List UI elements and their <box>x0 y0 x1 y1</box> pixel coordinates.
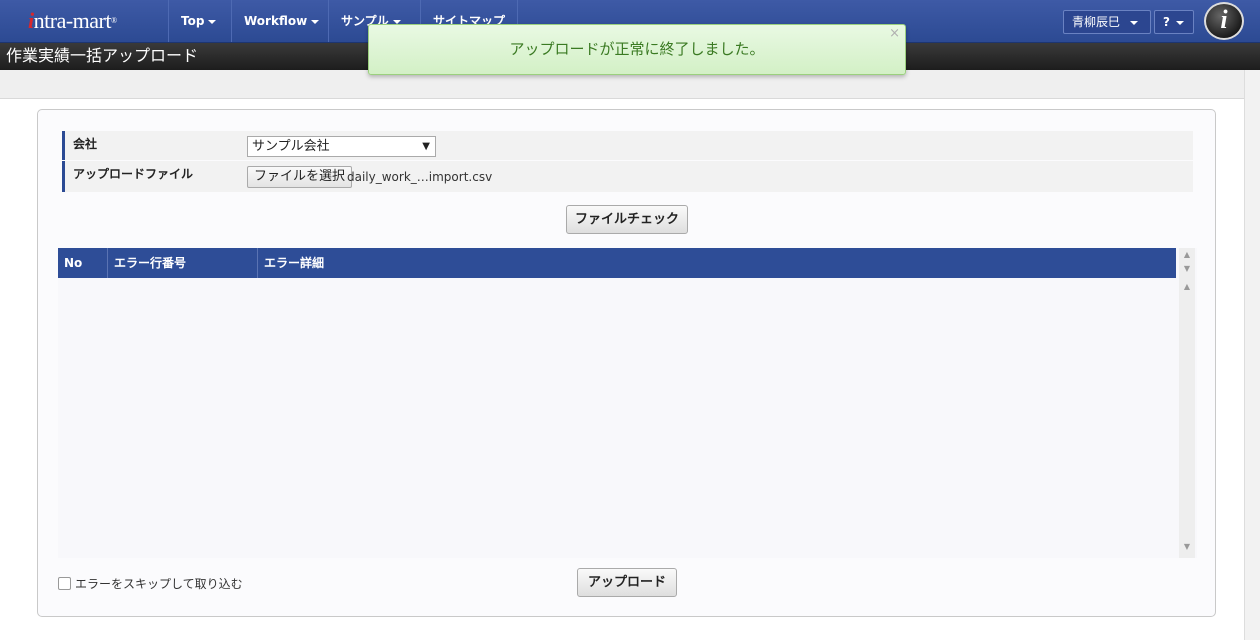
company-label: 会社 <box>62 131 240 160</box>
scroll-up-icon[interactable]: ▲ <box>1179 282 1195 292</box>
file-check-button[interactable]: ファイルチェック <box>566 205 688 234</box>
close-icon[interactable]: × <box>889 27 900 41</box>
upload-file-row: アップロードファイル ファイルを選択 daily_work_…import.cs… <box>62 161 1193 192</box>
success-notification: アップロードが正常に終了しました。 × <box>368 24 906 75</box>
dropdown-arrow-icon: ▼ <box>422 141 430 152</box>
help-menu-button[interactable]: ? <box>1154 10 1194 34</box>
skip-errors-checkbox[interactable] <box>58 577 71 590</box>
company-select[interactable]: サンプル会社 ▼ <box>247 136 436 157</box>
notification-message: アップロードが正常に終了しました。 <box>509 40 765 58</box>
user-menu-button[interactable]: 青柳辰巳 <box>1063 10 1151 34</box>
selected-file-name: daily_work_…import.csv <box>347 170 493 184</box>
column-header-error-line[interactable]: エラー行番号 <box>108 248 258 278</box>
nav-top-label: Top <box>181 14 205 28</box>
company-row: 会社 サンプル会社 ▼ <box>62 131 1193 160</box>
chevron-down-icon <box>1175 20 1184 25</box>
chevron-down-icon <box>1130 20 1139 25</box>
user-name: 青柳辰巳 <box>1072 15 1121 29</box>
avatar-letter: i <box>1220 5 1228 34</box>
scroll-up-icon[interactable]: ▲ <box>1179 250 1195 260</box>
page-scrollbar[interactable] <box>1244 70 1260 640</box>
error-grid: No エラー行番号 エラー詳細 ▲ ▼ ▲ ▼ <box>58 248 1197 558</box>
nav-workflow-label: Workflow <box>244 14 308 28</box>
upload-file-label: アップロードファイル <box>62 161 240 192</box>
skip-errors-label: エラーをスキップして取り込む <box>75 577 243 591</box>
grid-scrollbar[interactable]: ▲ ▼ ▲ ▼ <box>1179 248 1195 558</box>
chevron-down-icon <box>392 19 401 24</box>
column-header-no[interactable]: No <box>58 248 108 278</box>
avatar[interactable]: i <box>1204 2 1244 40</box>
chevron-down-icon <box>311 19 320 24</box>
page-title: 作業実績一括アップロード <box>6 46 199 65</box>
help-label: ? <box>1163 15 1170 29</box>
nav-top-menu[interactable]: Top <box>168 0 228 42</box>
nav-workflow-menu[interactable]: Workflow <box>231 0 331 42</box>
scroll-down-icon[interactable]: ▼ <box>1179 264 1195 274</box>
company-select-value: サンプル会社 <box>252 139 330 154</box>
choose-file-button[interactable]: ファイルを選択 <box>247 166 353 188</box>
chevron-down-icon <box>208 19 217 24</box>
upload-panel: 会社 サンプル会社 ▼ アップロードファイル ファイルを選択 daily_wor… <box>37 109 1216 617</box>
upload-button[interactable]: アップロード <box>577 568 677 597</box>
intra-mart-logo[interactable]: intra-mart® <box>28 7 148 35</box>
scroll-down-icon[interactable]: ▼ <box>1179 542 1195 552</box>
column-header-error-detail[interactable]: エラー詳細 <box>258 248 1176 278</box>
grid-header: No エラー行番号 エラー詳細 <box>58 248 1176 278</box>
skip-errors-option[interactable]: エラーをスキップして取り込む <box>58 577 243 591</box>
